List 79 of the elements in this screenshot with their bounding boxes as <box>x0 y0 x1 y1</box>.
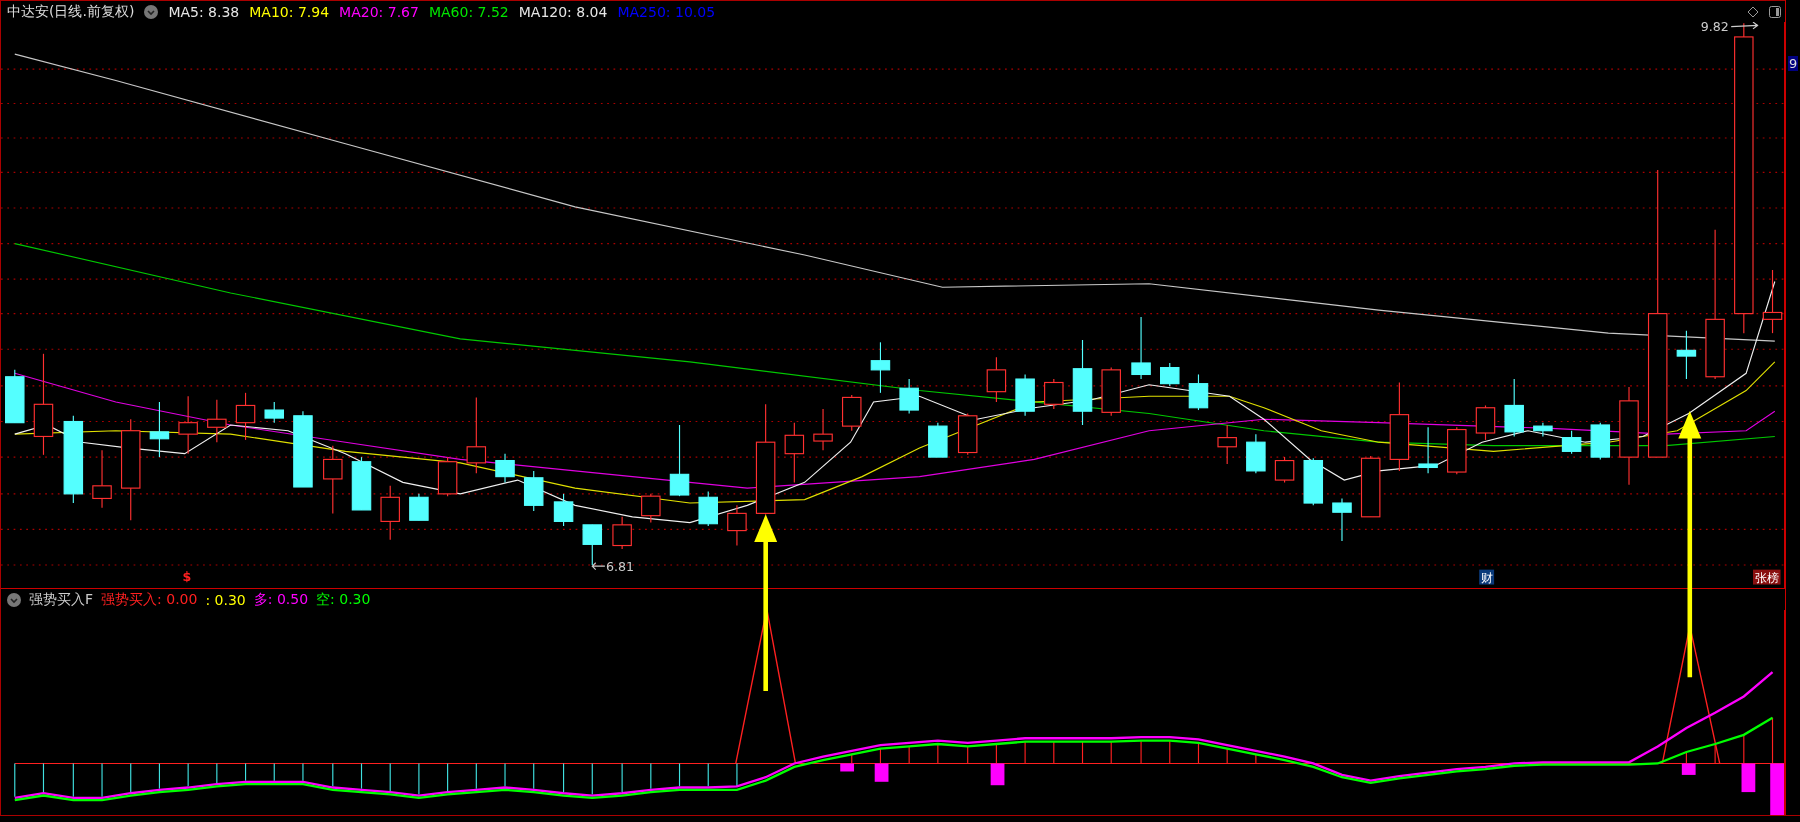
event-badge[interactable]: 张榜 <box>1753 569 1781 586</box>
candlestick <box>612 516 632 550</box>
candlestick <box>92 449 112 509</box>
event-badge[interactable]: 财 <box>1479 569 1495 586</box>
candlestick <box>1101 367 1121 417</box>
candlestick <box>1475 404 1496 441</box>
indicator-value: 多: 0.50 <box>253 590 309 609</box>
candlestick <box>1533 422 1553 438</box>
leader-line <box>1730 22 1759 30</box>
indicator-value: : 0.30 <box>205 591 246 608</box>
candlestick <box>641 493 661 524</box>
candlestick <box>351 456 372 511</box>
ma-value: MA120: 8.04 <box>518 3 608 20</box>
candlestick <box>582 524 603 566</box>
candlestick <box>813 408 833 451</box>
candlestick <box>957 412 978 456</box>
candlestick <box>698 491 718 527</box>
candlestick <box>409 493 429 521</box>
leader-line <box>591 562 606 571</box>
histogram-bar <box>678 762 681 787</box>
indicator-value: 空: 0.30 <box>316 590 371 609</box>
candlestick <box>207 399 227 443</box>
diamond-icon[interactable] <box>1747 5 1759 18</box>
candlestick <box>380 485 400 541</box>
candlestick <box>986 356 1007 403</box>
candlestick <box>870 341 891 394</box>
histogram-bar <box>244 762 247 782</box>
candlestick <box>1217 424 1237 465</box>
candlestick <box>1418 426 1438 474</box>
dropdown-icon[interactable] <box>7 592 21 607</box>
candlestick <box>1676 330 1697 380</box>
candlestick <box>178 395 198 455</box>
dividend-marker: $ <box>182 569 192 585</box>
ma-value: MA10: 7.94 <box>249 3 330 20</box>
candlestick <box>264 401 284 424</box>
candlestick <box>928 422 948 458</box>
candlestick <box>1188 373 1209 411</box>
candlestick <box>149 401 170 458</box>
candlestick <box>727 504 747 547</box>
high-price-label: 9.82 <box>1700 22 1729 35</box>
candlestick <box>323 445 343 514</box>
candlestick <box>437 456 458 497</box>
candlestick <box>1504 378 1524 438</box>
candlestick <box>495 453 515 483</box>
histogram-bar <box>360 762 363 790</box>
ma-value: MA60: 7.52 <box>428 3 509 20</box>
panel-toggle-icon[interactable] <box>1769 5 1781 18</box>
candlestick <box>1762 269 1783 334</box>
stock-title: 中达安(日线.前复权) <box>7 2 135 21</box>
candlestick <box>1131 316 1151 380</box>
candlestick <box>1590 422 1611 460</box>
candlestick <box>1303 457 1324 506</box>
dropdown-icon[interactable] <box>144 4 159 19</box>
candlestick <box>842 394 862 432</box>
price-axis-label: 9 <box>1788 56 1799 71</box>
histogram-bar <box>42 762 45 793</box>
candlestick <box>523 470 544 512</box>
candlestick <box>1274 456 1295 483</box>
candlestick <box>235 392 256 441</box>
candlestick <box>1561 430 1582 455</box>
indicator-name: 强势买入F <box>29 590 94 609</box>
candlestick <box>899 378 919 415</box>
candlestick <box>553 493 574 527</box>
ma-value: MA20: 7.67 <box>339 3 419 20</box>
candlestick <box>1160 362 1180 387</box>
ma-value: MA250: 10.05 <box>617 3 716 20</box>
ma-value: MA5: 8.38 <box>168 3 240 20</box>
up-arrow-icon <box>754 514 778 692</box>
candlestick <box>1015 373 1035 417</box>
indicator-value: 强势买入: 0.00 <box>101 590 198 609</box>
candlestick <box>1360 455 1381 518</box>
candlestick <box>1332 497 1352 542</box>
candlestick <box>1447 426 1467 475</box>
candlestick <box>5 369 25 424</box>
candlestick <box>784 422 805 483</box>
up-arrow-icon <box>1678 411 1702 678</box>
low-price-label: 6.81 <box>606 558 635 574</box>
candlestick <box>1246 433 1266 474</box>
candlestick <box>1044 378 1064 410</box>
